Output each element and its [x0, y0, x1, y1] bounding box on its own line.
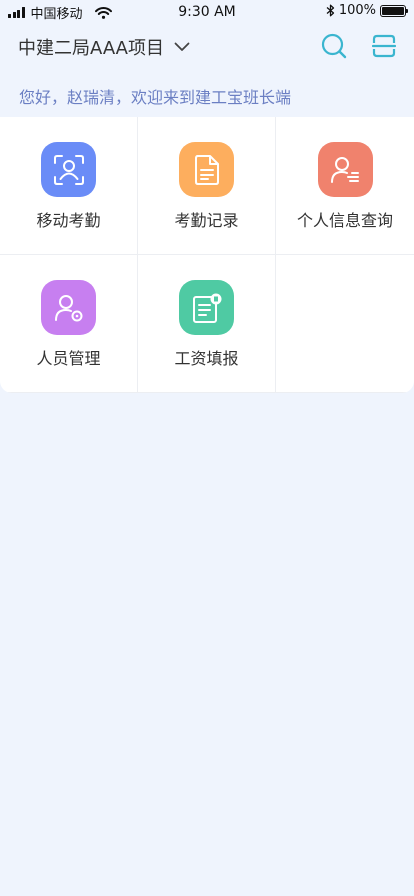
document-icon [179, 142, 234, 197]
menu-empty-slot [276, 255, 414, 393]
search-button[interactable] [320, 32, 348, 60]
menu-mobile-attendance[interactable]: 移动考勤 [0, 117, 138, 255]
menu-staff-management[interactable]: 人员管理 [0, 255, 138, 393]
status-bar: 中国移动 9:30 AM 100% [0, 0, 414, 24]
project-selector[interactable]: 中建二局AAA项目 [18, 34, 190, 60]
status-right: 100% [326, 3, 408, 18]
menu-label: 个人信息查询 [296, 211, 393, 230]
header-actions [320, 32, 398, 60]
welcome-message: 您好，赵瑞清，欢迎来到建工宝班长端 [19, 88, 292, 107]
project-name: 中建二局AAA项目 [18, 38, 164, 59]
menu-attendance-records[interactable]: 考勤记录 [138, 117, 276, 255]
menu-payroll-entry[interactable]: 工资填报 [138, 255, 276, 393]
user-list-icon [317, 142, 373, 197]
payroll-form-icon [179, 280, 234, 335]
menu-label: 考勤记录 [174, 211, 239, 230]
menu-personal-info[interactable]: 个人信息查询 [276, 117, 414, 255]
menu-label: 工资填报 [174, 349, 239, 368]
battery-percent: 100% [338, 3, 376, 18]
face-scan-icon [41, 142, 96, 197]
menu-label: 人员管理 [36, 349, 101, 368]
scan-icon [372, 34, 396, 58]
chevron-down-icon [174, 42, 190, 51]
battery-icon [380, 4, 408, 17]
scan-button[interactable] [370, 32, 398, 60]
bluetooth-icon [326, 4, 334, 17]
menu-label: 移动考勤 [36, 211, 101, 230]
battery-fill [382, 6, 404, 15]
user-settings-icon [41, 280, 96, 335]
app-header: 中建二局AAA项目 [0, 26, 414, 70]
function-menu: 移动考勤 考勤记录 个人信息查询 人员管理 工资填报 [0, 117, 414, 393]
search-icon [321, 33, 347, 59]
